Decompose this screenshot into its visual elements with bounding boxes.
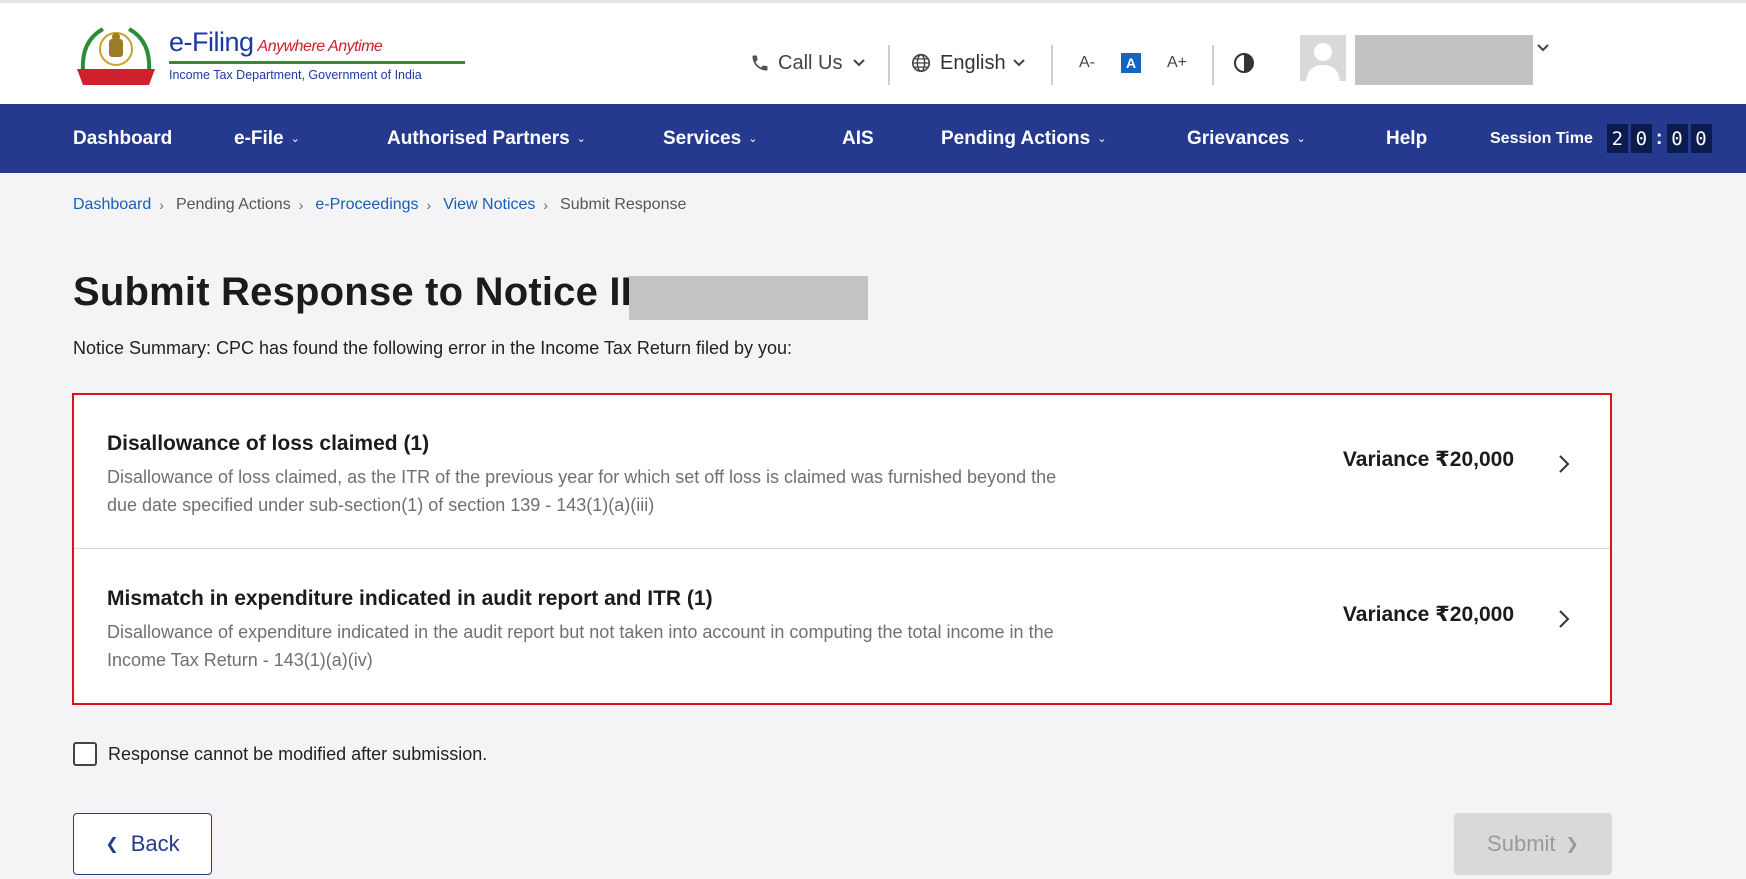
chevron-right-icon[interactable] xyxy=(1556,608,1572,630)
session-digit: 0 xyxy=(1690,124,1712,153)
session-colon: : xyxy=(1655,127,1663,149)
chevron-down-icon xyxy=(1012,59,1025,67)
font-default-label: A xyxy=(1125,55,1137,71)
emblem-icon xyxy=(77,27,155,85)
breadcrumb-pending-actions: Pending Actions xyxy=(175,196,291,213)
chevron-down-icon xyxy=(853,59,866,67)
submit-button[interactable]: Submit ❯ xyxy=(1454,813,1612,875)
nav-help[interactable]: Help xyxy=(1386,104,1427,173)
chevron-right-icon: › xyxy=(426,197,432,213)
session-digit: 2 xyxy=(1606,124,1628,153)
back-button[interactable]: ❮ Back xyxy=(73,813,212,875)
font-increase-button[interactable]: A+ xyxy=(1163,49,1191,77)
chevron-down-icon: ⌄ xyxy=(290,133,300,145)
logo-title: e-Filing Anywhere Anytime xyxy=(169,27,383,58)
nav-authorised-partners[interactable]: Authorised Partners ⌄ xyxy=(387,104,586,173)
error-title: Mismatch in expenditure indicated in aud… xyxy=(107,587,713,610)
session-label: Session Time xyxy=(1490,129,1593,147)
efiling-logo[interactable]: e-Filing Anywhere Anytime Income Tax Depa… xyxy=(73,21,465,91)
logo-title-text: e-Filing xyxy=(169,27,254,57)
breadcrumb-e-proceedings[interactable]: e-Proceedings xyxy=(315,196,418,214)
site-header: e-Filing Anywhere Anytime Income Tax Depa… xyxy=(0,3,1746,104)
user-silhouette-icon xyxy=(1306,43,1340,81)
main-nav: Dashboard e-File ⌄ Authorised Partners ⌄ S… xyxy=(0,104,1746,173)
username-redacted xyxy=(1355,35,1533,85)
error-row[interactable]: Mismatch in expenditure indicated in aud… xyxy=(74,550,1610,704)
session-digit: 0 xyxy=(1666,124,1688,153)
error-description: Disallowance of expenditure indicated in… xyxy=(107,622,1054,670)
breadcrumb-dashboard[interactable]: Dashboard xyxy=(73,196,151,214)
chevron-down-icon: ⌄ xyxy=(1296,133,1306,145)
nav-label: Authorised Partners xyxy=(387,127,570,149)
nav-ais[interactable]: AIS xyxy=(842,104,874,173)
error-row[interactable]: Disallowance of loss claimed (1) Disallo… xyxy=(74,395,1610,549)
nav-label: e-File xyxy=(234,127,284,149)
avatar[interactable] xyxy=(1300,35,1346,81)
chevron-down-icon: ⌄ xyxy=(1097,133,1107,145)
breadcrumb: Dashboard › Pending Actions › e-Proceeding… xyxy=(73,196,686,214)
header-divider xyxy=(888,45,890,85)
back-button-label: Back xyxy=(130,831,180,856)
error-description: Disallowance of loss claimed, as the ITR… xyxy=(107,467,1057,515)
chevron-left-icon: ❮ xyxy=(105,836,119,853)
globe-icon xyxy=(911,53,931,73)
error-variance: Variance ₹20,000 xyxy=(1342,603,1514,626)
error-title: Disallowance of loss claimed (1) xyxy=(107,432,430,455)
contrast-icon[interactable] xyxy=(1232,51,1256,75)
nav-e-file[interactable]: e-File ⌄ xyxy=(234,104,300,173)
nav-dashboard[interactable]: Dashboard xyxy=(73,104,172,173)
call-us-label: Call Us xyxy=(778,51,843,74)
header-divider xyxy=(1051,45,1053,85)
nav-label: Services xyxy=(663,127,742,149)
nav-label: Pending Actions xyxy=(941,127,1091,149)
chevron-down-icon: ⌄ xyxy=(748,133,758,145)
acknowledgement-checkbox[interactable] xyxy=(73,742,97,766)
nav-label: Help xyxy=(1386,127,1428,149)
acknowledgement-label: Response cannot be modified after submis… xyxy=(108,743,488,764)
phone-icon xyxy=(752,55,768,71)
submit-button-label: Submit xyxy=(1487,831,1556,856)
logo-tagline: Anywhere Anytime xyxy=(257,38,383,55)
nav-pending-actions[interactable]: Pending Actions ⌄ xyxy=(941,104,1106,173)
logo-rule xyxy=(169,61,465,64)
font-default-button[interactable]: A xyxy=(1121,53,1141,73)
page-title: Submit Response to Notice ID xyxy=(73,270,650,314)
notice-id-redacted xyxy=(629,276,868,320)
language-label: English xyxy=(940,51,1006,74)
font-decrease-button[interactable]: A- xyxy=(1073,49,1101,77)
error-variance: Variance ₹20,000 xyxy=(1342,448,1514,471)
session-timer: Session Time 2 0 : 0 0 xyxy=(1490,104,1715,173)
session-digit: 0 xyxy=(1630,124,1652,153)
language-select[interactable]: English xyxy=(910,41,1026,85)
notice-summary: Notice Summary: CPC has found the follow… xyxy=(73,338,793,358)
chevron-down-icon: ⌄ xyxy=(576,133,586,145)
error-list: Disallowance of loss claimed (1) Disallo… xyxy=(72,393,1612,705)
chevron-right-icon: ❯ xyxy=(1565,836,1579,853)
acknowledgement-checkbox-row[interactable]: Response cannot be modified after submis… xyxy=(73,742,487,766)
session-digits: 2 0 : 0 0 xyxy=(1606,124,1715,153)
nav-label: AIS xyxy=(842,127,874,149)
chevron-right-icon: › xyxy=(543,197,549,213)
nav-services[interactable]: Services ⌄ xyxy=(663,104,757,173)
breadcrumb-view-notices[interactable]: View Notices xyxy=(443,196,535,214)
chevron-right-icon: › xyxy=(159,197,164,213)
font-decrease-label: A- xyxy=(1079,54,1095,71)
breadcrumb-submit-response: Submit Response xyxy=(560,196,687,213)
nav-grievances[interactable]: Grievances ⌄ xyxy=(1187,104,1306,173)
nav-label: Grievances xyxy=(1187,127,1290,149)
font-increase-label: A+ xyxy=(1166,54,1187,71)
call-us-button[interactable]: Call Us xyxy=(750,41,866,85)
chevron-down-icon[interactable] xyxy=(1536,43,1550,53)
nav-label: Dashboard xyxy=(73,127,173,149)
chevron-right-icon: › xyxy=(298,197,304,213)
header-divider xyxy=(1212,45,1214,85)
logo-subtitle: Income Tax Department, Government of Ind… xyxy=(169,68,422,82)
chevron-right-icon[interactable] xyxy=(1556,453,1572,475)
